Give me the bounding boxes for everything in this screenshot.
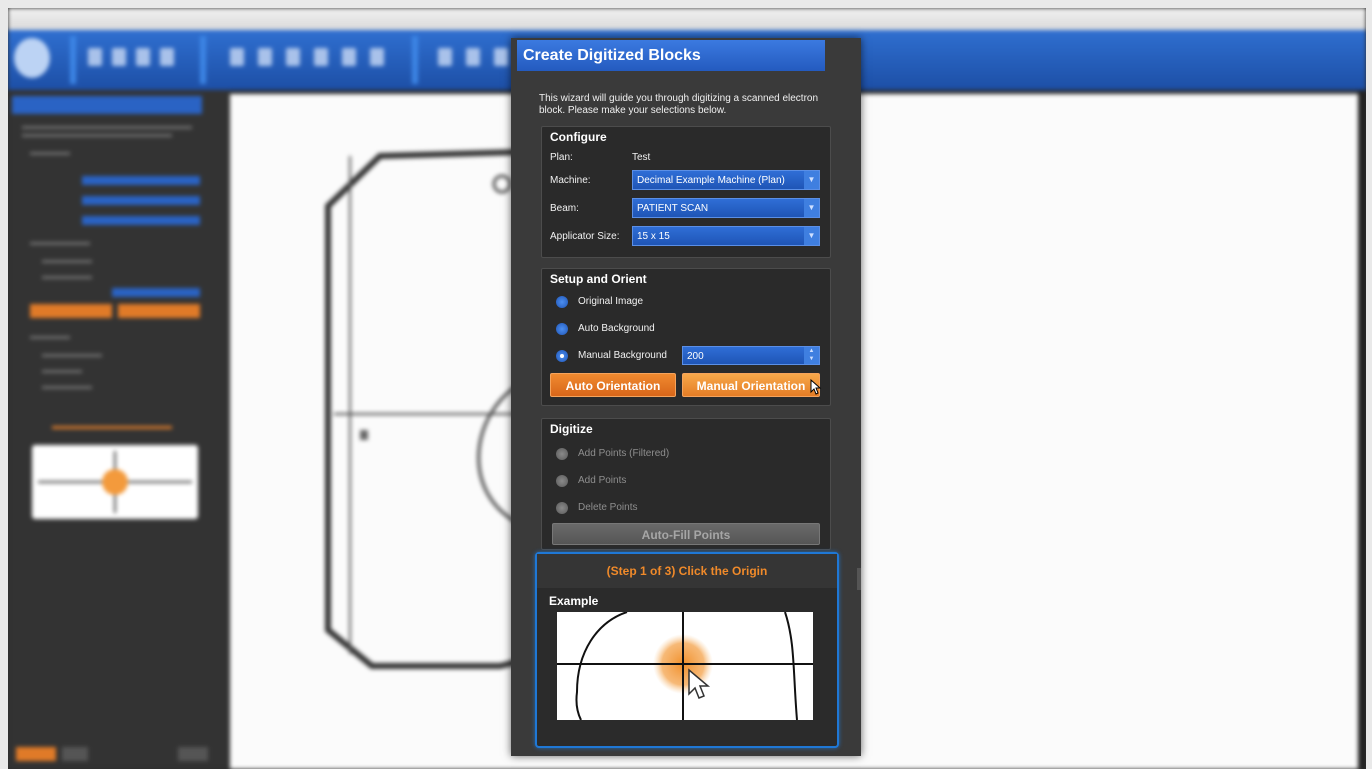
applicator-size-value: 15 x 15 [637, 231, 670, 242]
machine-value: Decimal Example Machine (Plan) [637, 175, 785, 186]
ribbon-tool-icon[interactable] [286, 48, 300, 66]
left-panel-field[interactable] [82, 216, 200, 225]
radio-label: Add Points (Filtered) [578, 448, 670, 459]
ribbon-tool-icon[interactable] [136, 48, 150, 66]
radio-manual-background[interactable]: Manual Background [556, 348, 686, 364]
mouse-cursor-icon [810, 379, 822, 395]
dialog-scroll-indicator [857, 568, 861, 590]
left-panel-text [42, 276, 92, 279]
radio-add-points-filtered[interactable]: Add Points (Filtered) [556, 446, 756, 462]
left-panel-footer-button[interactable] [62, 747, 88, 761]
plan-label: Plan: [550, 152, 573, 163]
radio-label: Auto Background [578, 323, 655, 334]
radio-button-selected-icon[interactable] [556, 350, 568, 362]
left-panel-text [22, 126, 192, 129]
applicator-size-select[interactable]: 15 x 15 ▼ [632, 226, 820, 246]
left-panel-step-text [52, 426, 172, 429]
beam-label: Beam: [550, 203, 579, 214]
left-panel-orange-button[interactable] [118, 304, 200, 318]
setup-orient-group: Setup and Orient Original Image Auto Bac… [541, 268, 831, 406]
ribbon-separator [412, 36, 418, 84]
radio-auto-background[interactable]: Auto Background [556, 321, 756, 337]
auto-fill-points-button[interactable]: Auto-Fill Points [552, 523, 820, 545]
manual-orientation-button[interactable]: Manual Orientation [682, 373, 820, 397]
digitize-group: Digitize Add Points (Filtered) Add Point… [541, 418, 831, 550]
ribbon-tool-icon[interactable] [342, 48, 356, 66]
manual-background-spinner[interactable]: 200 ▲ ▼ [682, 346, 820, 365]
applicator-size-label: Applicator Size: [550, 231, 620, 242]
ribbon-tool-icon[interactable] [466, 48, 480, 66]
window-titlebar [8, 8, 1366, 30]
left-panel-field[interactable] [112, 288, 200, 297]
left-panel [8, 90, 230, 769]
plan-value: Test [632, 152, 651, 163]
left-panel-footer-button[interactable] [178, 747, 208, 761]
manual-background-value: 200 [687, 351, 704, 362]
right-edge [1358, 90, 1366, 769]
radio-button-icon[interactable] [556, 296, 568, 308]
setup-orient-title: Setup and Orient [550, 272, 647, 286]
create-digitized-blocks-dialog: Create Digitized Blocks This wizard will… [511, 38, 861, 756]
ribbon-tool-icon[interactable] [370, 48, 384, 66]
ribbon-tool-icon[interactable] [438, 48, 452, 66]
machine-label: Machine: [550, 175, 591, 186]
radio-label: Delete Points [578, 502, 638, 513]
ribbon-tool-icon[interactable] [258, 48, 272, 66]
left-panel-text [22, 134, 172, 137]
radio-button-icon[interactable] [556, 323, 568, 335]
chevron-down-icon[interactable]: ▼ [804, 227, 819, 245]
digitize-title: Digitize [550, 422, 593, 436]
step-instruction-panel: (Step 1 of 3) Click the Origin Example [535, 552, 839, 748]
dialog-intro-text: This wizard will guide you through digit… [539, 93, 819, 116]
left-panel-header [12, 96, 202, 114]
left-panel-text [42, 370, 82, 373]
radio-original-image[interactable]: Original Image [556, 294, 756, 310]
dialog-title: Create Digitized Blocks [517, 40, 825, 71]
app-logo-icon [14, 38, 50, 78]
left-panel-text [42, 386, 92, 389]
chevron-down-icon[interactable]: ▼ [804, 171, 819, 189]
left-panel-text [30, 336, 70, 339]
spinner-arrows-icon[interactable]: ▲ ▼ [804, 347, 819, 364]
left-panel-example-thumbnail [32, 445, 198, 519]
machine-select[interactable]: Decimal Example Machine (Plan) ▼ [632, 170, 820, 190]
radio-add-points[interactable]: Add Points [556, 473, 756, 489]
beam-value: PATIENT SCAN [637, 203, 709, 214]
ribbon-tool-icon[interactable] [314, 48, 328, 66]
left-panel-text [42, 260, 92, 263]
auto-orientation-button[interactable]: Auto Orientation [550, 373, 676, 397]
step-title: (Step 1 of 3) Click the Origin [537, 554, 837, 588]
radio-button-disabled-icon[interactable] [556, 475, 568, 487]
radio-button-disabled-icon[interactable] [556, 502, 568, 514]
left-panel-text [30, 152, 70, 155]
configure-title: Configure [550, 130, 607, 144]
left-panel-field[interactable] [82, 176, 200, 185]
example-label: Example [549, 594, 599, 608]
radio-delete-points[interactable]: Delete Points [556, 500, 756, 516]
left-panel-footer-button[interactable] [16, 747, 56, 761]
left-panel-orange-button[interactable] [30, 304, 112, 318]
ribbon-tool-icon[interactable] [160, 48, 174, 66]
example-origin-image [557, 612, 813, 720]
ribbon-tool-icon[interactable] [230, 48, 244, 66]
left-panel-field[interactable] [82, 196, 200, 205]
left-panel-text [30, 242, 90, 245]
configure-group: Configure Plan: Test Machine: Decimal Ex… [541, 126, 831, 258]
ribbon-tool-icon[interactable] [112, 48, 126, 66]
ribbon-separator [70, 36, 76, 84]
radio-label: Add Points [578, 475, 627, 486]
radio-label: Original Image [578, 296, 644, 307]
radio-button-disabled-icon[interactable] [556, 448, 568, 460]
ribbon-tool-icon[interactable] [88, 48, 102, 66]
ribbon-tool-icon[interactable] [494, 48, 508, 66]
beam-select[interactable]: PATIENT SCAN ▼ [632, 198, 820, 218]
left-panel-text [42, 354, 102, 357]
chevron-down-icon[interactable]: ▼ [804, 199, 819, 217]
radio-label: Manual Background [578, 350, 667, 361]
ribbon-separator [200, 36, 206, 84]
